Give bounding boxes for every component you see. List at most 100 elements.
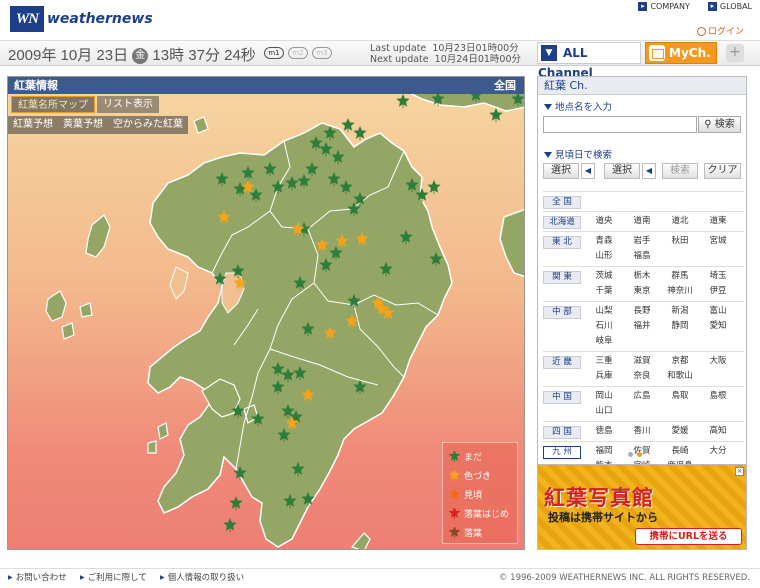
- month-select[interactable]: 選択: [543, 163, 579, 179]
- region-button[interactable]: 北海道: [543, 216, 581, 229]
- leaf-marker-mada[interactable]: [229, 495, 243, 511]
- prefecture-link[interactable]: 山口: [585, 404, 623, 419]
- all-channel-tab[interactable]: ▼ ALL Channel: [537, 42, 641, 80]
- contact-link[interactable]: お問い合わせ: [8, 570, 67, 586]
- region-button[interactable]: 全 国: [543, 196, 581, 209]
- leaf-marker-mada[interactable]: [489, 107, 503, 123]
- prefecture-link[interactable]: 埼玉: [699, 269, 737, 284]
- prefecture-link[interactable]: 広島: [623, 389, 661, 404]
- login-link[interactable]: ログイン: [696, 24, 744, 37]
- pill-m1[interactable]: m1: [264, 47, 284, 59]
- legend-item: まだ: [449, 447, 517, 466]
- leaf-marker-mada[interactable]: [353, 125, 367, 141]
- prefecture-link[interactable]: 茨城: [585, 269, 623, 284]
- prefecture-link[interactable]: 島根: [699, 389, 737, 404]
- prefecture-link[interactable]: 道北: [661, 214, 699, 229]
- my-channel-tab[interactable]: MyCh.: [645, 42, 717, 64]
- tab-oyo-forecast[interactable]: 黄葉予想: [58, 116, 108, 134]
- prefecture-link[interactable]: 高知: [699, 424, 737, 439]
- prefecture-link[interactable]: 山梨: [585, 304, 623, 319]
- day-prev-arrow[interactable]: ◀: [642, 163, 656, 179]
- leaf-marker-mada[interactable]: [427, 179, 441, 195]
- prefecture-link[interactable]: 鳥取: [661, 389, 699, 404]
- prefecture-link[interactable]: 福島: [623, 249, 661, 264]
- region-button[interactable]: 中 部: [543, 306, 581, 319]
- prefecture-link[interactable]: 長野: [623, 304, 661, 319]
- place-search-input[interactable]: [543, 116, 697, 133]
- place-search-button[interactable]: ⚲ 検索: [698, 116, 741, 133]
- pill-m3[interactable]: m3: [312, 47, 332, 59]
- region-button[interactable]: 近 畿: [543, 356, 581, 369]
- region-button[interactable]: 九 州: [543, 446, 581, 459]
- close-icon[interactable]: ×: [735, 467, 744, 476]
- prefecture-link[interactable]: 大阪: [699, 354, 737, 369]
- add-channel-button[interactable]: +: [726, 44, 744, 62]
- prefecture-link[interactable]: 群馬: [661, 269, 699, 284]
- prefecture-link[interactable]: 東京: [623, 284, 661, 299]
- prefecture-link[interactable]: 奈良: [623, 369, 661, 384]
- leaf-marker-mada[interactable]: [396, 93, 410, 109]
- global-link[interactable]: ▸ GLOBAL: [707, 2, 752, 11]
- prefecture-link[interactable]: 道央: [585, 214, 623, 229]
- prefecture-link[interactable]: 長崎: [661, 444, 699, 459]
- leaf-marker-mada[interactable]: [223, 517, 237, 533]
- prefecture-link[interactable]: 京都: [661, 354, 699, 369]
- tab-map[interactable]: 紅葉名所マップ: [11, 96, 95, 113]
- region-row: 近 畿三重 滋賀 京都 大阪兵庫 奈良 和歌山: [543, 351, 744, 386]
- prefecture-link[interactable]: 静岡: [661, 319, 699, 334]
- prefecture-link[interactable]: 伊豆: [699, 284, 737, 299]
- prefecture-link[interactable]: 三重: [585, 354, 623, 369]
- prefecture-link[interactable]: 宮城: [699, 234, 737, 249]
- prefecture-link[interactable]: 岩手: [623, 234, 661, 249]
- prefecture-link[interactable]: 兵庫: [585, 369, 623, 384]
- region-row: 中 国岡山 広島 鳥取 島根山口: [543, 386, 744, 421]
- send-url-button[interactable]: 携帯にURLを送る: [635, 528, 742, 545]
- prefecture-link[interactable]: 愛媛: [661, 424, 699, 439]
- date-text: 2009年 10月 23日: [8, 47, 129, 64]
- weathernews-logo[interactable]: WN weathernews: [10, 6, 153, 32]
- region-label[interactable]: 全国: [494, 77, 516, 94]
- pill-m2[interactable]: m2: [288, 47, 308, 59]
- prefecture-link[interactable]: 栃木: [623, 269, 661, 284]
- pager-dot[interactable]: [628, 452, 633, 457]
- prefecture-list: 徳島 香川 愛媛 高知: [585, 424, 740, 439]
- region-button[interactable]: 中 国: [543, 391, 581, 404]
- clear-button[interactable]: クリア: [704, 163, 741, 179]
- prefecture-link[interactable]: 滋賀: [623, 354, 661, 369]
- prefecture-link[interactable]: 石川: [585, 319, 623, 334]
- leaf-marker-mada[interactable]: [341, 117, 355, 133]
- prefecture-link[interactable]: 福井: [623, 319, 661, 334]
- photo-gallery-banner[interactable]: × 紅葉写真館 投稿は携帯サイトから 携帯にURLを送る: [537, 464, 747, 550]
- tab-aerial-view[interactable]: 空からみた紅葉: [108, 116, 188, 134]
- region-button[interactable]: 四 国: [543, 426, 581, 439]
- region-button[interactable]: 東 北: [543, 236, 581, 249]
- month-prev-arrow[interactable]: ◀: [581, 163, 595, 179]
- prefecture-link[interactable]: 愛知: [699, 319, 737, 334]
- prefecture-link[interactable]: 香川: [623, 424, 661, 439]
- prefecture-link[interactable]: 富山: [699, 304, 737, 319]
- prefecture-link[interactable]: 秋田: [661, 234, 699, 249]
- prefecture-link[interactable]: 千葉: [585, 284, 623, 299]
- region-row: 四 国徳島 香川 愛媛 高知: [543, 421, 744, 441]
- terms-link[interactable]: ご利用に際して: [80, 570, 147, 586]
- prefecture-link[interactable]: 道東: [699, 214, 737, 229]
- date-search-button[interactable]: 検索: [662, 163, 698, 179]
- prefecture-link[interactable]: 大分: [699, 444, 737, 459]
- prefecture-link[interactable]: 神奈川: [661, 284, 699, 299]
- prefecture-link[interactable]: 福岡: [585, 444, 623, 459]
- prefecture-link[interactable]: 道南: [623, 214, 661, 229]
- prefecture-link[interactable]: 新潟: [661, 304, 699, 319]
- company-link[interactable]: ▸ COMPANY: [638, 2, 690, 11]
- tab-list[interactable]: リスト表示: [97, 96, 159, 113]
- region-button[interactable]: 関 東: [543, 271, 581, 284]
- prefecture-link[interactable]: 和歌山: [661, 369, 699, 384]
- pager-dot-active[interactable]: [637, 452, 642, 457]
- prefecture-link[interactable]: 岐阜: [585, 334, 623, 349]
- day-select[interactable]: 選択: [604, 163, 640, 179]
- prefecture-link[interactable]: 岡山: [585, 389, 623, 404]
- tab-koyo-forecast[interactable]: 紅葉予想: [8, 116, 58, 134]
- prefecture-link[interactable]: 徳島: [585, 424, 623, 439]
- privacy-link[interactable]: 個人情報の取り扱い: [160, 570, 245, 586]
- prefecture-link[interactable]: 青森: [585, 234, 623, 249]
- prefecture-link[interactable]: 山形: [585, 249, 623, 264]
